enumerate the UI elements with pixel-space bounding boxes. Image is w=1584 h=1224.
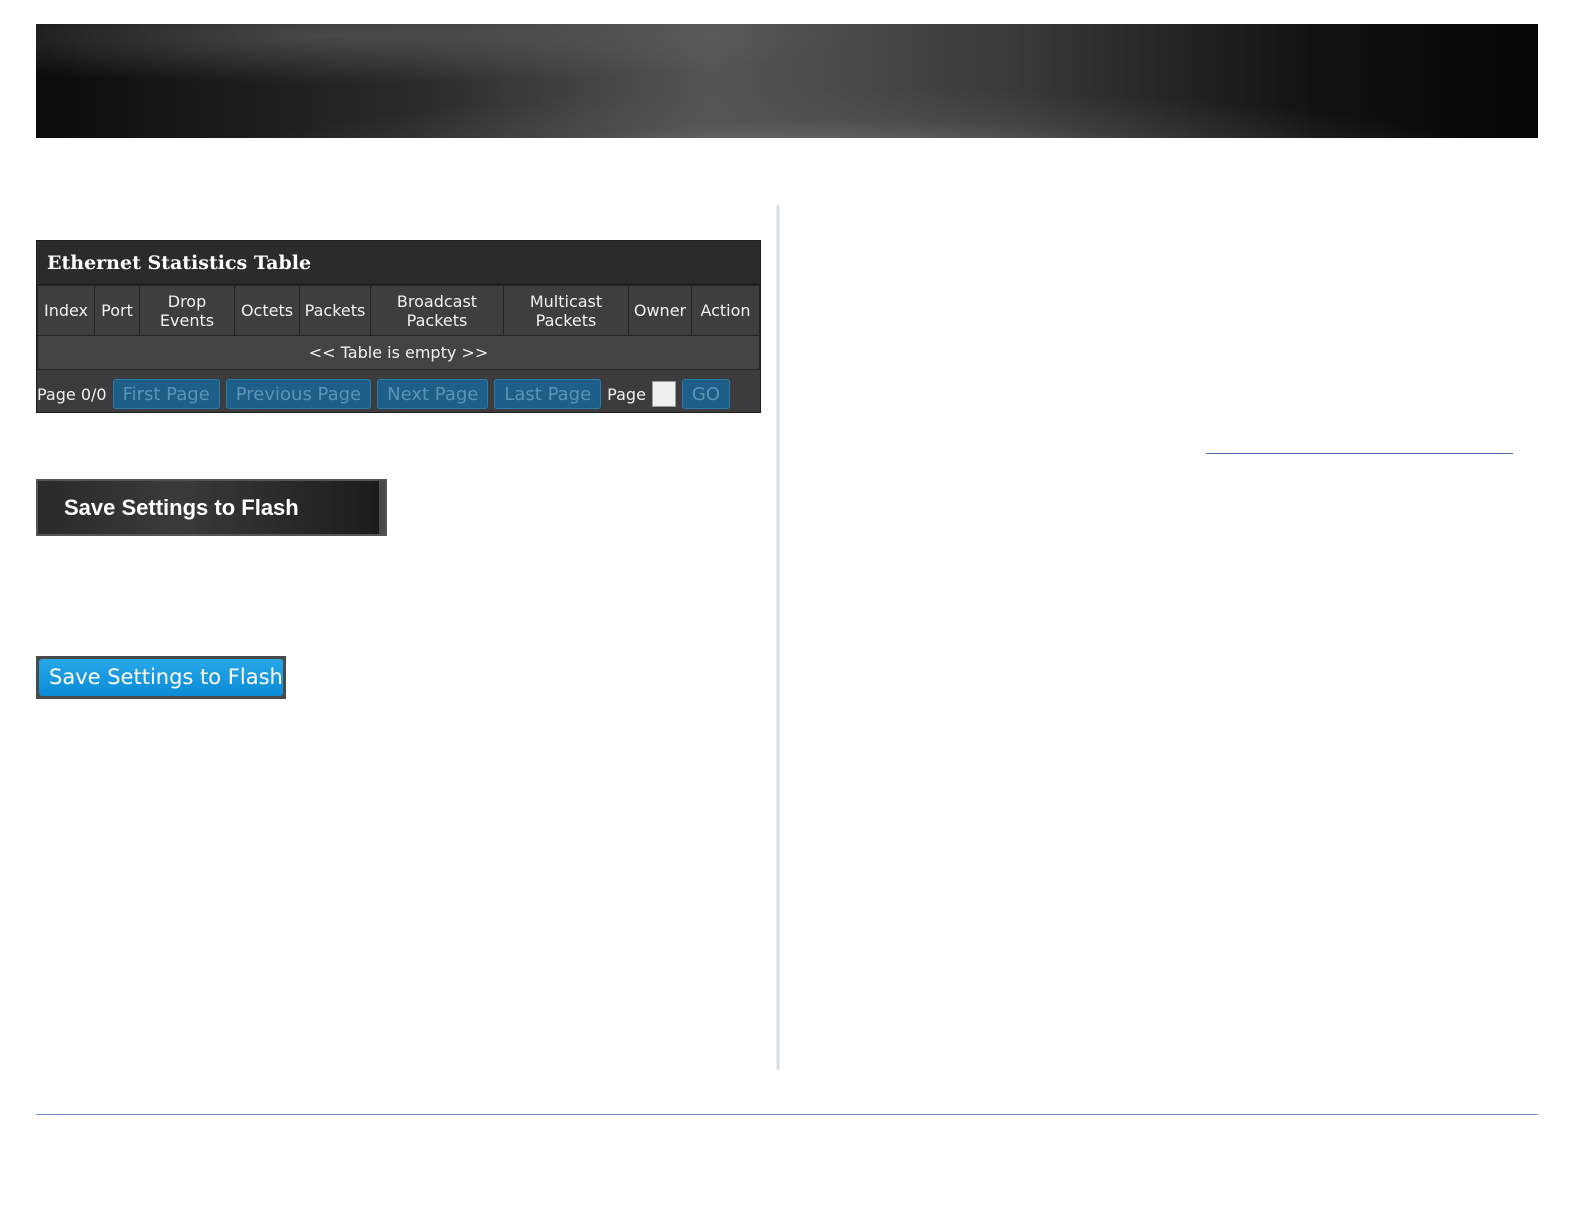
pagination-bar: Page 0/0 First Page Previous Page Next P… xyxy=(37,375,760,413)
column-divider xyxy=(776,205,780,1070)
page-number-input[interactable] xyxy=(651,381,676,407)
table-header-row: Index Port Drop Events Octets Packets Br… xyxy=(37,285,760,336)
page-info: Page 0/0 xyxy=(37,384,107,404)
column-header-port: Port xyxy=(94,285,140,336)
footer-divider xyxy=(36,1114,1538,1115)
previous-page-button[interactable]: Previous Page xyxy=(225,379,372,409)
header-banner xyxy=(36,24,1538,138)
statistics-table: Index Port Drop Events Octets Packets Br… xyxy=(37,285,760,370)
next-page-button[interactable]: Next Page xyxy=(377,379,489,409)
column-header-multicast-packets: Multicast Packets xyxy=(503,285,629,336)
ethernet-statistics-panel: Ethernet Statistics Table Index Port Dro… xyxy=(36,240,761,413)
save-settings-button-blue[interactable]: Save Settings to Flash xyxy=(36,656,286,699)
save-settings-button-dark[interactable]: Save Settings to Flash xyxy=(36,479,387,536)
column-header-octets: Octets xyxy=(234,285,300,336)
column-header-packets: Packets xyxy=(299,285,371,336)
panel-title: Ethernet Statistics Table xyxy=(37,241,760,285)
last-page-button[interactable]: Last Page xyxy=(494,379,602,409)
save-settings-button-label[interactable]: Save Settings to Flash xyxy=(39,659,283,696)
column-header-drop-events: Drop Events xyxy=(139,285,235,336)
table-row: << Table is empty >> xyxy=(37,335,760,370)
first-page-button[interactable]: First Page xyxy=(112,379,220,409)
column-header-index: Index xyxy=(37,285,95,336)
go-button[interactable]: GO xyxy=(681,379,731,409)
column-header-action: Action xyxy=(691,285,760,336)
column-header-broadcast-packets: Broadcast Packets xyxy=(370,285,504,336)
column-header-owner: Owner xyxy=(628,285,692,336)
hyperlink-underline[interactable] xyxy=(1206,453,1513,454)
table-empty-message: << Table is empty >> xyxy=(37,335,760,370)
page-label: Page xyxy=(607,384,646,404)
